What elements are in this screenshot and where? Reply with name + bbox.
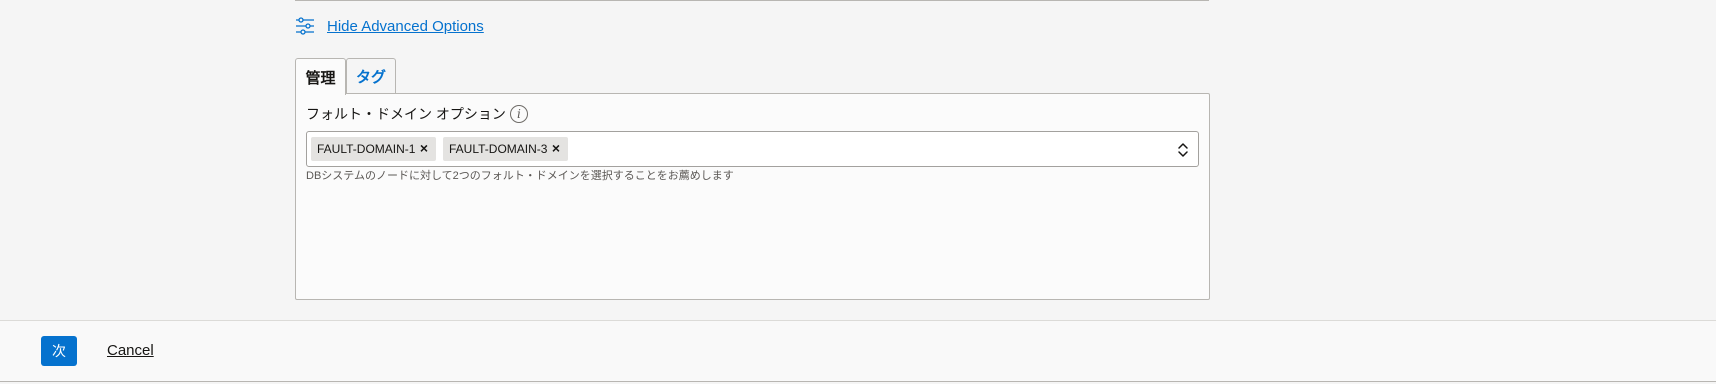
next-button[interactable]: 次 [41,336,77,366]
tab-tags[interactable]: タグ [346,58,396,94]
fault-domain-label-row: フォルト・ドメイン オプション i [306,104,528,124]
fault-domain-label: フォルト・ドメイン オプション [306,106,506,122]
selected-chip-fault-domain-1: FAULT-DOMAIN-1 × [311,137,436,161]
cancel-link[interactable]: Cancel [107,342,154,359]
sliders-icon [295,17,315,35]
hide-advanced-options-label[interactable]: Hide Advanced Options [327,18,484,35]
info-icon[interactable]: i [509,105,528,123]
footer-bar: 次 Cancel [0,320,1716,382]
hide-advanced-options-link[interactable]: Hide Advanced Options [295,14,484,38]
up-down-chevron-icon[interactable] [1177,141,1189,159]
section-divider [295,0,1209,1]
chip-label: FAULT-DOMAIN-1 [317,142,416,156]
chip-label: FAULT-DOMAIN-3 [449,142,548,156]
selected-chip-fault-domain-3: FAULT-DOMAIN-3 × [443,137,568,161]
fault-domain-select[interactable]: FAULT-DOMAIN-1 × FAULT-DOMAIN-3 × [306,131,1199,167]
remove-chip-icon[interactable]: × [552,140,560,156]
fault-domain-help-text: DBシステムのノードに対して2つのフォルト・ドメインを選択することをお薦めします [306,170,734,182]
remove-chip-icon[interactable]: × [420,140,428,156]
tab-management[interactable]: 管理 [295,58,346,95]
tab-panel: フォルト・ドメイン オプション i FAULT-DOMAIN-1 × FAULT… [295,93,1210,300]
